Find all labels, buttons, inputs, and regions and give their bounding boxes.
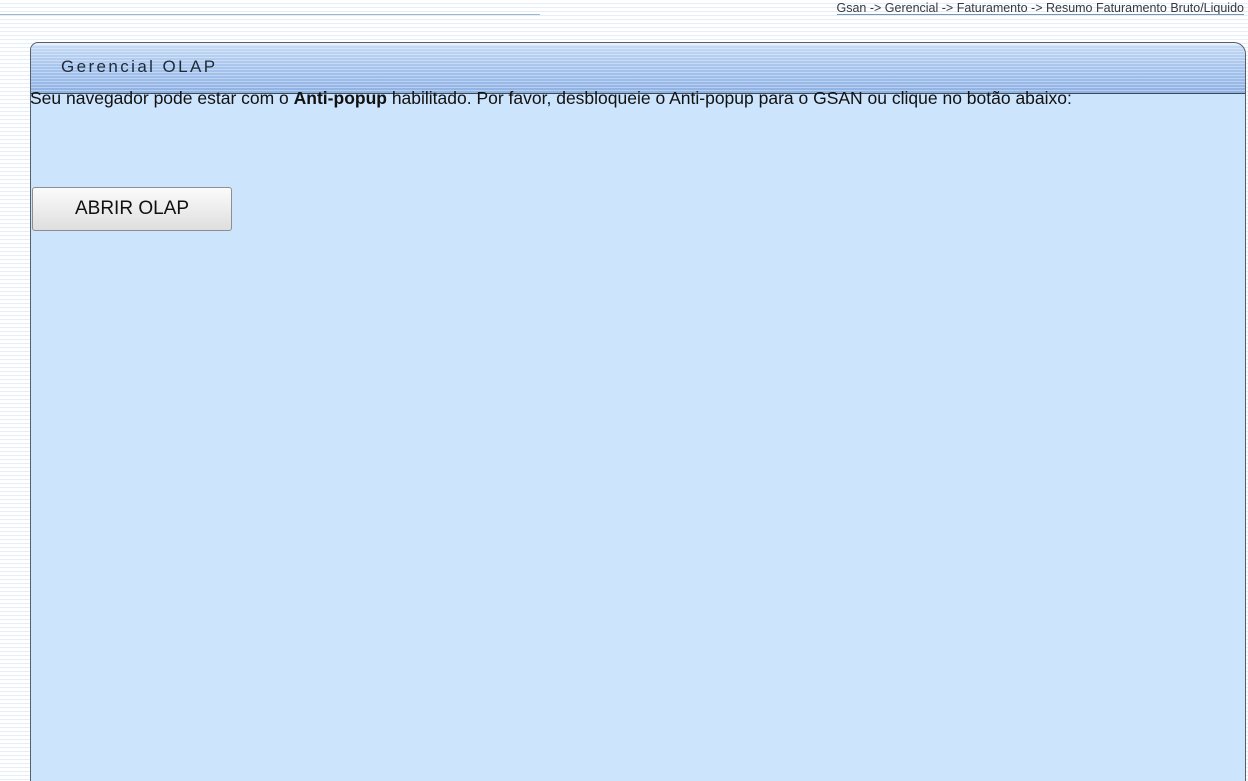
breadcrumb: Gsan -> Gerencial -> Faturamento -> Resu… xyxy=(836,1,1244,15)
content-panel: Gerencial OLAP xyxy=(30,42,1246,781)
message-text-end: habilitado. Por favor, desbloqueie o Ant… xyxy=(386,88,1072,108)
message-text-start: Seu navegador pode estar com o xyxy=(30,88,294,108)
anti-popup-message: Seu navegador pode estar com o Anti-popu… xyxy=(30,86,1235,110)
top-divider xyxy=(0,14,540,15)
message-text-bold: Anti-popup xyxy=(293,88,387,108)
open-olap-button[interactable]: ABRIR OLAP xyxy=(32,187,232,231)
panel-title: Gerencial OLAP xyxy=(61,57,218,76)
